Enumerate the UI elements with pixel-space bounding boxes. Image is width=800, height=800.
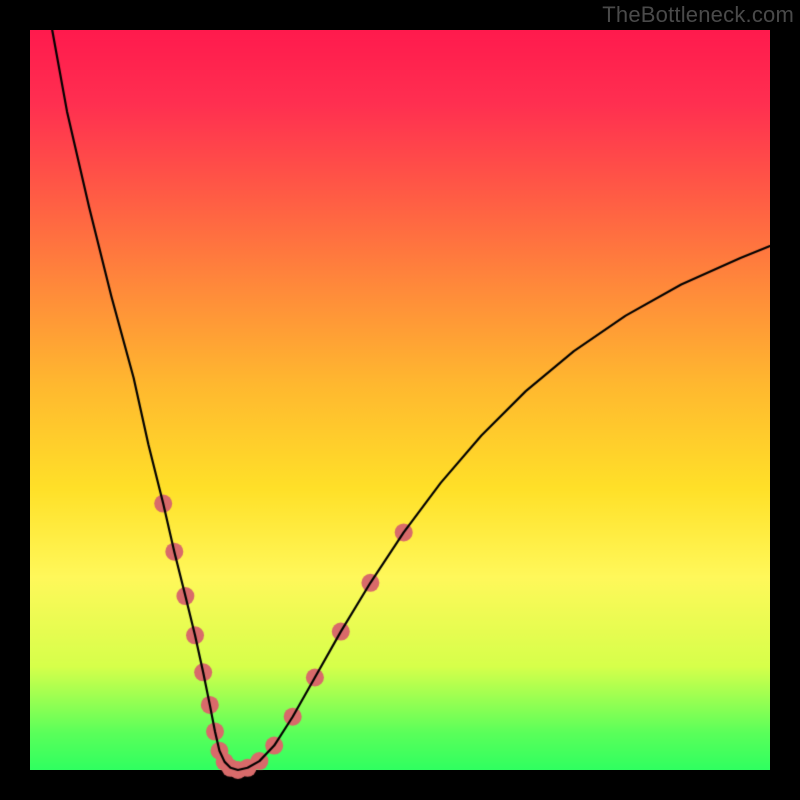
watermark-text: TheBottleneck.com xyxy=(602,2,794,28)
chart-stage: TheBottleneck.com xyxy=(0,0,800,800)
plot-background-gradient xyxy=(30,30,770,770)
